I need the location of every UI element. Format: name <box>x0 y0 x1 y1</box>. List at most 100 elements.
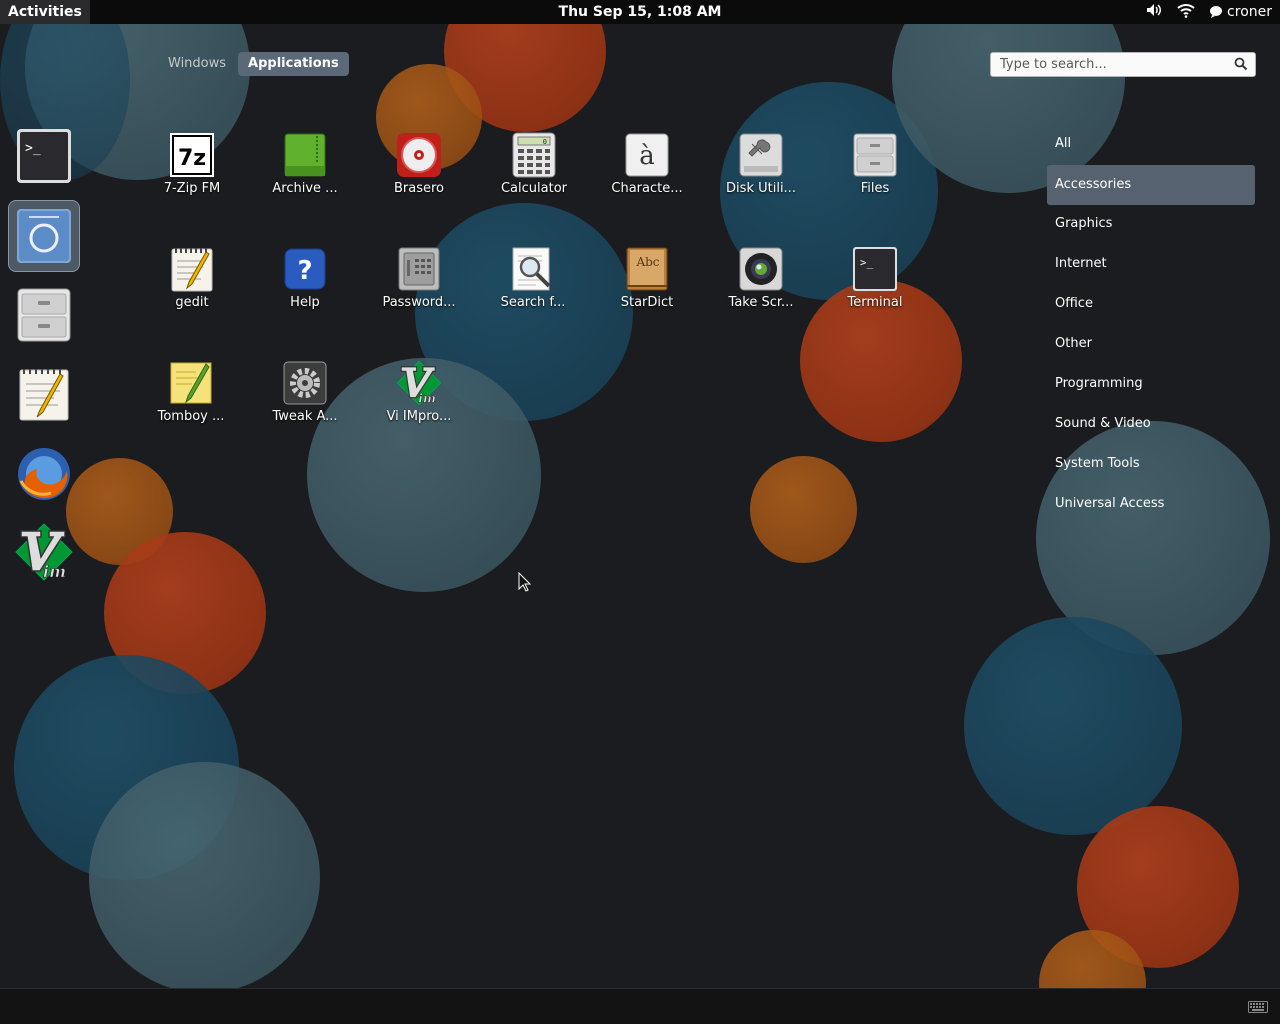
category-office[interactable]: Office <box>1047 284 1255 324</box>
app-label: Disk Utili... <box>726 181 796 196</box>
app-files[interactable]: Files <box>825 131 925 196</box>
app-label: Characte... <box>611 181 683 196</box>
vim-icon: im <box>15 523 73 581</box>
app-calculator[interactable]: 0 Calculator <box>484 131 584 196</box>
user-menu[interactable]: croner <box>1209 4 1272 20</box>
svg-text:>_: >_ <box>860 256 874 269</box>
app-disk-utility[interactable]: Disk Utili... <box>711 131 811 196</box>
disc-icon <box>397 133 441 177</box>
7zip-icon: 7z <box>170 133 214 177</box>
activities-button[interactable]: Activities <box>0 0 90 24</box>
filing-cabinet-icon <box>853 133 897 177</box>
message-tray <box>0 988 1280 1024</box>
svg-text:?: ? <box>297 256 312 286</box>
svg-text:7z: 7z <box>178 146 206 171</box>
app-label: StarDict <box>620 295 674 310</box>
app-search-files[interactable]: Search f... <box>483 245 583 310</box>
clock-label[interactable]: Thu Sep 15, 1:08 AM <box>559 4 722 20</box>
wifi-icon[interactable] <box>1177 1 1195 23</box>
chat-bubble-icon <box>1210 6 1223 18</box>
app-label: Help <box>290 295 320 310</box>
search-input[interactable]: Type to search... <box>990 52 1256 77</box>
app-tweak[interactable]: Tweak A... <box>255 359 355 424</box>
user-name: croner <box>1227 4 1272 20</box>
terminal-icon: >_ <box>17 129 71 183</box>
category-universal-access[interactable]: Universal Access <box>1047 484 1255 524</box>
disk-utility-icon <box>739 133 783 177</box>
app-label: Vi IMpro... <box>386 409 452 424</box>
status-area: croner <box>1145 0 1272 24</box>
app-label: Calculator <box>500 181 567 196</box>
category-internet[interactable]: Internet <box>1047 244 1255 284</box>
app-stardict[interactable]: Abc StarDict <box>597 245 697 310</box>
category-sound-video[interactable]: Sound & Video <box>1047 404 1255 444</box>
dash-item-files[interactable] <box>8 278 80 350</box>
search-magnifier-icon <box>512 247 551 291</box>
app-take-screenshot[interactable]: Take Scr... <box>711 245 811 310</box>
keyboard-icon[interactable] <box>1248 1001 1268 1013</box>
dictionary-icon: Abc <box>626 247 668 291</box>
category-accessories[interactable]: Accessories <box>1047 165 1255 205</box>
view-selector: Windows Applications <box>158 52 349 76</box>
safe-icon <box>398 247 440 291</box>
app-label: Tomboy ... <box>157 409 225 424</box>
mouse-cursor-icon <box>518 572 532 592</box>
top-panel: Activities Thu Sep 15, 1:08 AM croner <box>0 0 1280 24</box>
notepad-pencil-icon <box>19 369 69 421</box>
app-label: 7-Zip FM <box>163 181 221 196</box>
wallpaper-bubble <box>89 762 320 993</box>
character-map-icon: à <box>625 133 669 177</box>
app-terminal[interactable]: >_ Terminal <box>825 245 925 310</box>
archive-icon <box>284 133 326 177</box>
camera-icon <box>739 247 783 291</box>
browser-icon <box>17 209 71 263</box>
app-label: Terminal <box>847 295 903 310</box>
app-vim[interactable]: im Vi IMpro... <box>369 359 469 424</box>
notepad-pencil-icon <box>171 248 213 292</box>
tab-applications[interactable]: Applications <box>238 52 349 76</box>
category-all[interactable]: All <box>1047 124 1255 164</box>
svg-text:0: 0 <box>543 138 547 146</box>
category-other[interactable]: Other <box>1047 324 1255 364</box>
vim-icon: im <box>396 360 442 406</box>
svg-text:im: im <box>418 390 436 405</box>
calculator-icon: 0 <box>512 132 556 178</box>
terminal-icon: >_ <box>853 247 897 291</box>
app-label: gedit <box>175 295 209 310</box>
app-archive[interactable]: Archive ... <box>255 131 355 196</box>
tweak-gear-icon <box>283 361 327 405</box>
svg-text:à: à <box>639 141 655 171</box>
dash-item-vim[interactable]: im <box>8 516 80 588</box>
category-programming[interactable]: Programming <box>1047 364 1255 404</box>
app-label: Files <box>860 181 890 196</box>
search-icon <box>1234 57 1248 71</box>
filing-cabinet-icon <box>17 288 71 342</box>
app-passwords[interactable]: Password... <box>369 245 469 310</box>
app-7zip[interactable]: 7z 7-Zip FM <box>142 131 242 196</box>
app-tomboy[interactable]: Tomboy ... <box>141 359 241 424</box>
dash-item-gedit[interactable] <box>8 358 80 430</box>
category-graphics[interactable]: Graphics <box>1047 204 1255 244</box>
category-system-tools[interactable]: System Tools <box>1047 444 1255 484</box>
app-label: Brasero <box>393 181 444 196</box>
app-label: Search f... <box>500 295 566 310</box>
app-gedit[interactable]: gedit <box>142 245 242 310</box>
tab-windows[interactable]: Windows <box>158 52 236 76</box>
svg-text:Abc: Abc <box>635 255 659 269</box>
app-help[interactable]: ? Help <box>255 245 355 310</box>
app-character-map[interactable]: à Characte... <box>597 131 697 196</box>
app-label: Archive ... <box>272 181 338 196</box>
svg-text:>_: >_ <box>25 141 41 156</box>
app-brasero[interactable]: Brasero <box>369 131 469 196</box>
volume-icon[interactable] <box>1145 1 1163 23</box>
svg-text:im: im <box>43 562 66 581</box>
clock: Thu Sep 15, 1:08 AM <box>0 4 1280 20</box>
dash-item-firefox[interactable] <box>8 438 80 510</box>
firefox-icon <box>18 448 70 500</box>
help-icon: ? <box>284 248 326 290</box>
app-label: Tweak A... <box>272 409 338 424</box>
dash-item-browser[interactable] <box>8 200 80 272</box>
app-label: Take Scr... <box>728 295 794 310</box>
dash-item-terminal[interactable]: >_ <box>8 120 80 192</box>
sticky-note-icon <box>170 362 212 404</box>
